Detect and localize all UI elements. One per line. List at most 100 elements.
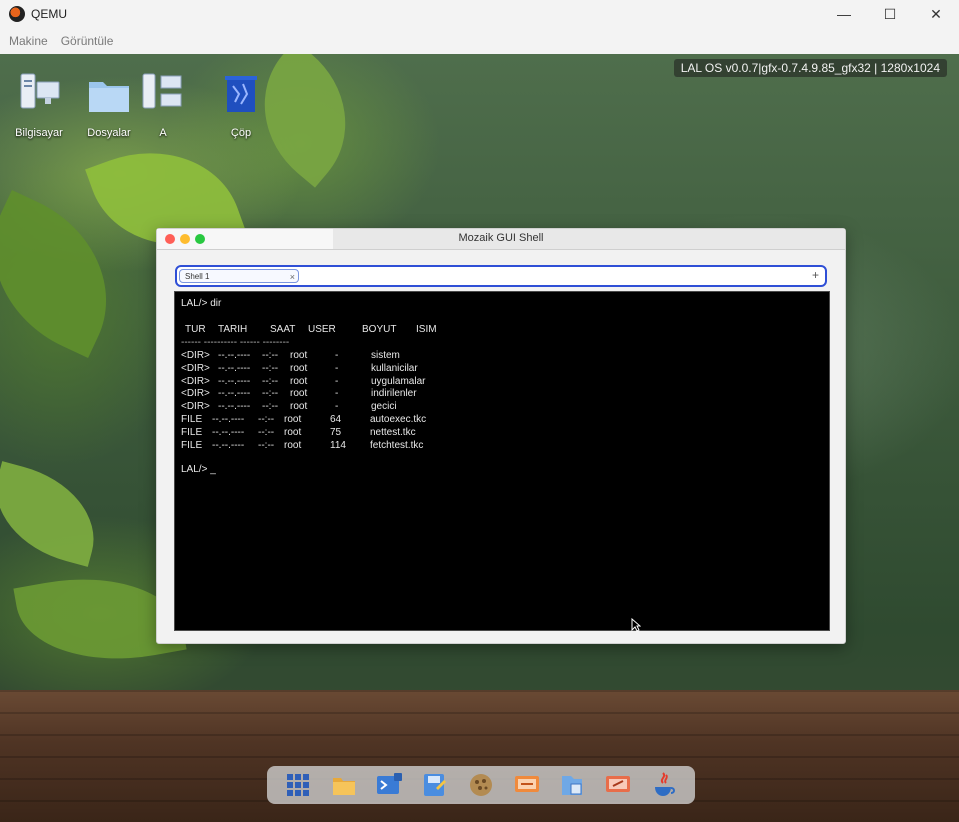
row-isim: fetchtest.tkc [370,439,424,451]
header-tarih: TARIH [218,324,248,335]
folder-icon [89,82,129,112]
row-saat: --:-- [262,375,279,387]
row-tarih: --.--.---- [212,414,245,425]
row-tarih: --.--.---- [212,426,245,438]
row-saat: --:-- [262,350,279,361]
host-menubar: Makine Görüntüle [0,28,959,55]
row-saat: --:-- [258,414,275,425]
row-isim: uygulamalar [371,375,426,387]
row-user: root [290,388,308,400]
dock-cookie-app[interactable] [466,770,496,800]
folder-icon [332,778,355,795]
prompt-line: LAL/> _ [181,464,216,475]
row-tur: <DIR> [181,388,210,400]
apps-grid-icon [286,774,309,796]
terminal-output[interactable]: LAL/> dir TUR TARIH SAAT USER BOYUT ISIM… [174,291,830,632]
dock-tools[interactable] [512,770,542,800]
row-user: root [284,426,302,438]
row-boyut: - [335,401,339,413]
row-user: root [284,439,302,451]
computer-icon [20,73,60,109]
row-user: root [290,362,308,374]
row-isim: nettest.tkc [370,426,416,438]
window-controls: — ☐ ✕ [821,0,959,28]
row-isim: gecici [371,401,397,413]
row-saat: --:-- [258,426,275,438]
dock-java[interactable] [649,770,679,800]
add-tab-button[interactable]: + [812,268,819,282]
row-tur: <DIR> [181,362,210,374]
network-icon [142,73,182,109]
row-saat: --:-- [262,388,279,400]
dock-save-editor[interactable] [420,770,450,800]
row-saat: --:-- [258,439,275,451]
row-tur: FILE [181,439,203,451]
desktop-icon-label: Bilgisayar [15,127,63,139]
row-boyut: 114 [330,439,346,451]
desktop-icon-cop[interactable]: Çöp [206,70,276,139]
prompt-command: LAL/> dir [181,298,222,309]
file-manager-icon [562,776,583,795]
qemu-logo-icon [9,6,25,22]
row-saat: --:-- [262,362,279,374]
row-boyut: 75 [330,426,342,438]
row-tarih: --.--.---- [218,350,251,361]
leaf-decoration [0,461,109,567]
row-tarih: --.--.---- [218,401,251,413]
tools-icon [514,776,539,792]
maximize-button[interactable]: ☐ [867,0,913,28]
tab-shell-1[interactable]: Shell 1 × [179,269,299,283]
desktop-icon-label: A [159,127,167,139]
dock-settings-tools[interactable] [603,770,633,800]
trash-icon [225,76,257,112]
row-tur: <DIR> [181,350,210,361]
row-tarih: --.--.---- [218,375,251,387]
row-isim: sistem [371,350,400,361]
shell-window-title: Mozaik GUI Shell [458,232,544,244]
mouse-cursor-icon [631,618,641,632]
host-titlebar: QEMU — ☐ ✕ [0,0,959,28]
os-info-overlay: LAL OS v0.0.7|gfx-0.7.4.9.85_gfx32 | 128… [673,59,947,77]
desktop-icon-bilgisayar[interactable]: Bilgisayar [4,70,74,139]
row-saat: --:-- [262,401,279,413]
header-saat: SAAT [270,324,296,335]
dock-terminal[interactable] [374,770,404,800]
minimize-button[interactable]: — [821,0,867,28]
menu-goruntule[interactable]: Görüntüle [61,34,114,48]
window-title: QEMU [31,7,67,21]
guest-desktop: LAL OS v0.0.7|gfx-0.7.4.9.85_gfx32 | 128… [0,54,959,822]
mozaik-shell-window: Mozaik GUI Shell Shell 1 × + LAL/> dir T… [156,228,846,644]
row-boyut: - [335,388,339,400]
row-tarih: --.--.---- [212,439,245,451]
tab-label: Shell 1 [185,272,210,281]
shell-tab-bar: Shell 1 × + [175,265,827,287]
row-user: root [284,414,302,425]
row-boyut: - [335,375,339,387]
menu-makine[interactable]: Makine [9,34,48,48]
header-boyut: BOYUT [362,324,397,335]
row-user: root [290,401,308,413]
row-boyut: - [335,350,339,361]
row-tur: FILE [181,414,203,425]
desktop-icon-a[interactable]: A [128,70,198,139]
row-isim: kullanicilar [371,362,418,374]
row-tur: <DIR> [181,375,210,387]
header-user: USER [308,324,336,335]
header-tur: TUR [185,324,206,335]
java-icon [655,772,675,796]
tab-close-icon[interactable]: × [290,270,295,284]
dock-folder[interactable] [329,770,359,800]
dock-file-manager[interactable] [557,770,587,800]
row-tarih: --.--.---- [218,362,251,374]
row-boyut: - [335,362,339,374]
close-button[interactable]: ✕ [913,0,959,28]
separator-line: ------ ---------- ------ -------- [181,337,290,348]
shell-window-titlebar[interactable]: Mozaik GUI Shell [157,229,845,250]
row-tur: <DIR> [181,401,210,413]
row-user: root [290,375,308,387]
dock-apps-grid[interactable] [283,770,313,800]
row-isim: indirilenler [371,388,417,400]
settings-tools-icon [606,776,631,792]
row-isim: autoexec.tkc [370,414,427,425]
row-tur: FILE [181,426,203,438]
